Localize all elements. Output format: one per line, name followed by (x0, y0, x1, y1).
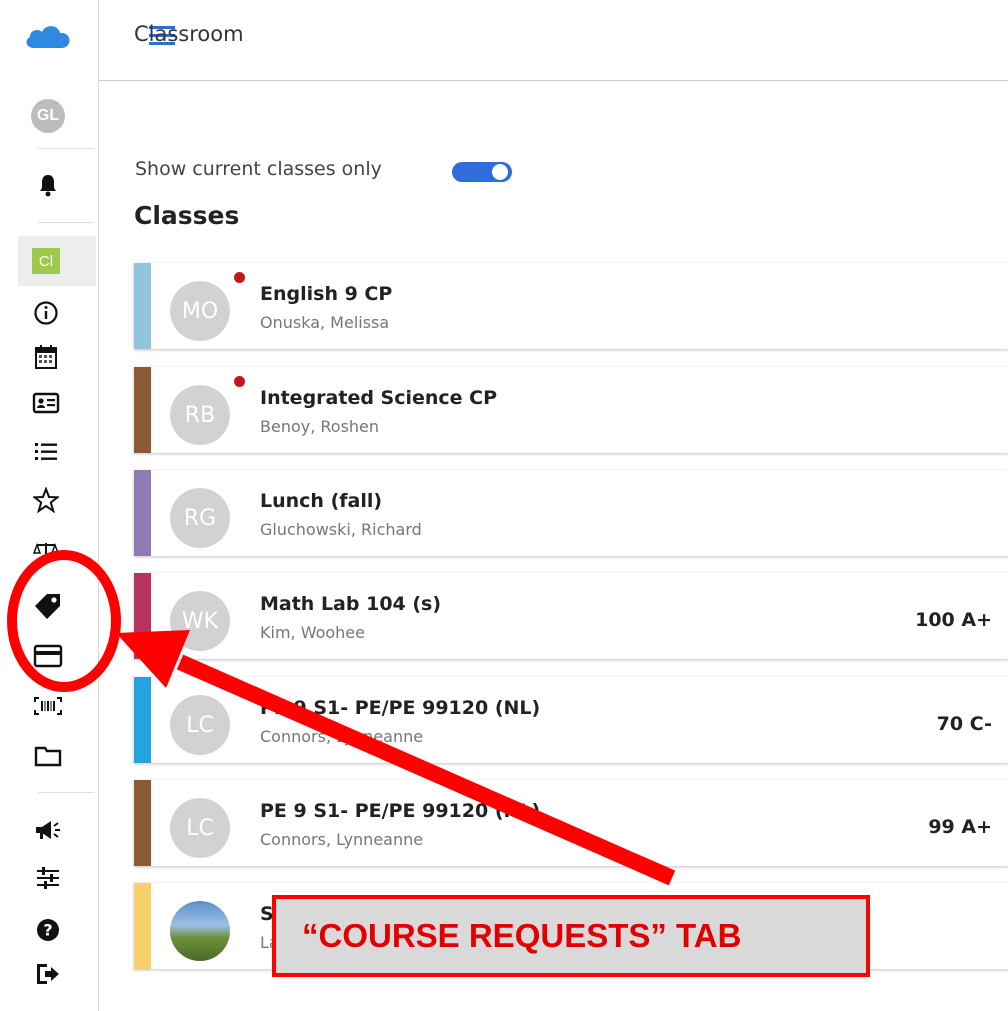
classes-heading: Classes (134, 201, 240, 230)
class-name: PE 9 S1- PE/PE 99120 (NL) (260, 800, 541, 822)
scale-icon[interactable] (33, 540, 59, 558)
class-color-stripe (134, 883, 151, 969)
teacher-name: Benoy, Roshen (260, 417, 380, 436)
class-grade: 70 C- (936, 713, 992, 735)
id-card-icon[interactable] (32, 392, 60, 414)
class-grade: 99 A+ (928, 816, 992, 838)
teacher-avatar: LC (170, 798, 230, 858)
teacher-avatar: RG (170, 488, 230, 548)
teacher-avatar: MO (170, 281, 230, 341)
current-classes-toggle-label: Show current classes only (135, 158, 382, 180)
class-card[interactable]: RG Lunch (fall) Gluchowski, Richard (134, 470, 1008, 556)
sidebar-separator (38, 148, 94, 149)
teacher-name: Onuska, Melissa (260, 313, 390, 332)
sliders-icon[interactable] (35, 866, 61, 890)
class-name: PE 9 S1- PE/PE 99120 (NL) (260, 697, 541, 719)
classroom-badge-label: Cl (32, 248, 60, 274)
class-color-stripe (134, 780, 151, 866)
folder-icon[interactable] (34, 744, 62, 768)
classroom-badge[interactable]: Cl (32, 248, 60, 274)
class-color-stripe (134, 677, 151, 763)
teacher-avatar: LC (170, 695, 230, 755)
user-initials: GL (31, 99, 65, 133)
class-grade: 100 A+ (915, 609, 992, 631)
teacher-name: Connors, Lynneanne (260, 727, 424, 746)
app-title: Classroom (134, 22, 244, 46)
barcode-icon[interactable] (33, 696, 63, 716)
calendar-icon[interactable] (34, 344, 58, 370)
teacher-name: Kim, Woohee (260, 623, 365, 642)
tag-icon[interactable] (33, 592, 63, 620)
class-color-stripe (134, 470, 151, 556)
current-classes-toggle[interactable] (452, 162, 512, 182)
class-color-stripe (134, 263, 151, 349)
logout-icon[interactable] (35, 962, 61, 986)
class-card[interactable]: MO English 9 CP Onuska, Melissa (134, 263, 1008, 349)
class-card[interactable]: LC PE 9 S1- PE/PE 99120 (NL) Connors, Lynn… (134, 780, 1008, 866)
class-color-stripe (134, 573, 151, 659)
star-icon[interactable] (33, 487, 59, 513)
class-card[interactable]: WK Math Lab 104 (s) Kim, Woohee 100 A+ (134, 573, 1008, 659)
class-photo-avatar (170, 901, 230, 961)
class-color-stripe (134, 367, 151, 453)
sidebar-separator (38, 222, 94, 223)
user-avatar[interactable]: GL (31, 99, 65, 133)
sidebar-separator (38, 792, 94, 793)
list-icon[interactable] (33, 440, 59, 462)
help-icon[interactable]: ? (36, 918, 60, 942)
cloud-icon[interactable] (22, 20, 74, 52)
callout-text: “COURSE REQUESTS” TAB (302, 917, 742, 954)
credit-card-icon[interactable] (33, 644, 63, 668)
notification-dot (234, 272, 245, 283)
callout-box: “COURSE REQUESTS” TAB (272, 895, 870, 977)
svg-text:?: ? (43, 921, 52, 940)
class-name: Lunch (fall) (260, 490, 383, 512)
toggle-knob (492, 164, 508, 180)
class-card[interactable]: LC PE 9 S1- PE/PE 99120 (NL) Connors, Lynn… (134, 677, 1008, 763)
sidebar-divider (98, 0, 99, 1011)
class-name: English 9 CP (260, 283, 393, 305)
notification-dot (234, 376, 245, 387)
info-icon[interactable] (33, 300, 59, 326)
teacher-name: Connors, Lynneanne (260, 830, 424, 849)
class-name: Math Lab 104 (s) (260, 593, 442, 615)
teacher-avatar: RB (170, 385, 230, 445)
teacher-name: Gluchowski, Richard (260, 520, 422, 539)
megaphone-icon[interactable] (33, 818, 63, 842)
class-card[interactable]: RB Integrated Science CP Benoy, Roshen (134, 367, 1008, 453)
bell-icon[interactable] (36, 173, 60, 197)
sidebar: GL Cl ? (0, 0, 99, 1011)
teacher-avatar: WK (170, 591, 230, 651)
class-name: Integrated Science CP (260, 387, 498, 409)
